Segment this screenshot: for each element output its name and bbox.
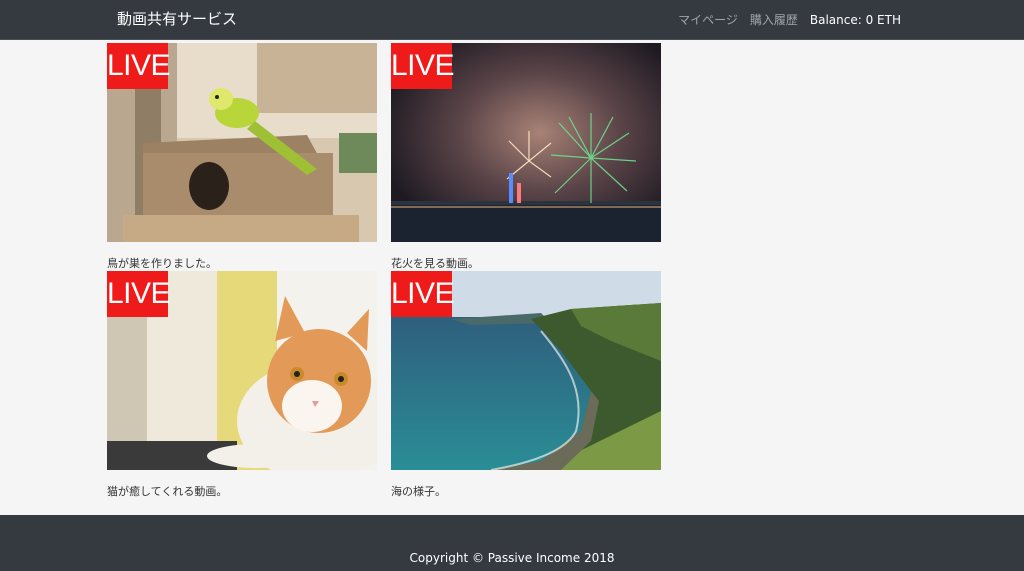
video-caption[interactable]: 鳥が巣を作りました。 [107,256,217,272]
live-badge: LIVE [391,271,455,317]
video-thumbnail[interactable]: LIVE [107,43,377,242]
balance-display: Balance: 0 ETH [809,13,901,27]
video-caption[interactable]: 猫が癒してくれる動画。 [107,484,227,500]
video-card[interactable]: LIVE 鳥が巣を作りました。 [107,43,377,270]
live-badge: LIVE [391,43,455,89]
page-footer: Copyright © Passive Income 2018 [0,515,1024,571]
video-card[interactable]: LIVE 花火を見る動画。 [391,43,661,270]
top-navbar: 動画共有サービス マイページ 購入履歴 Balance: 0 ETH [0,0,1024,40]
nav-link-purchase-history[interactable]: 購入履歴 [750,11,798,29]
video-caption[interactable]: 花火を見る動画。 [391,256,479,272]
video-card[interactable]: LIVE 海の様子。 [391,271,661,498]
video-card[interactable]: LIVE 猫が癒してくれる動画。 [107,271,377,498]
copyright-text: Copyright © Passive Income 2018 [409,551,615,565]
video-thumbnail[interactable]: LIVE [391,43,661,242]
live-badge: LIVE [107,271,171,317]
brand-link[interactable]: 動画共有サービス [117,9,237,29]
live-badge: LIVE [107,43,171,89]
video-caption[interactable]: 海の様子。 [391,484,446,500]
nav-links: マイページ 購入履歴 Balance: 0 ETH [678,11,901,29]
video-thumbnail[interactable]: LIVE [391,271,661,470]
nav-link-mypage[interactable]: マイページ [678,11,738,29]
video-thumbnail[interactable]: LIVE [107,271,377,470]
